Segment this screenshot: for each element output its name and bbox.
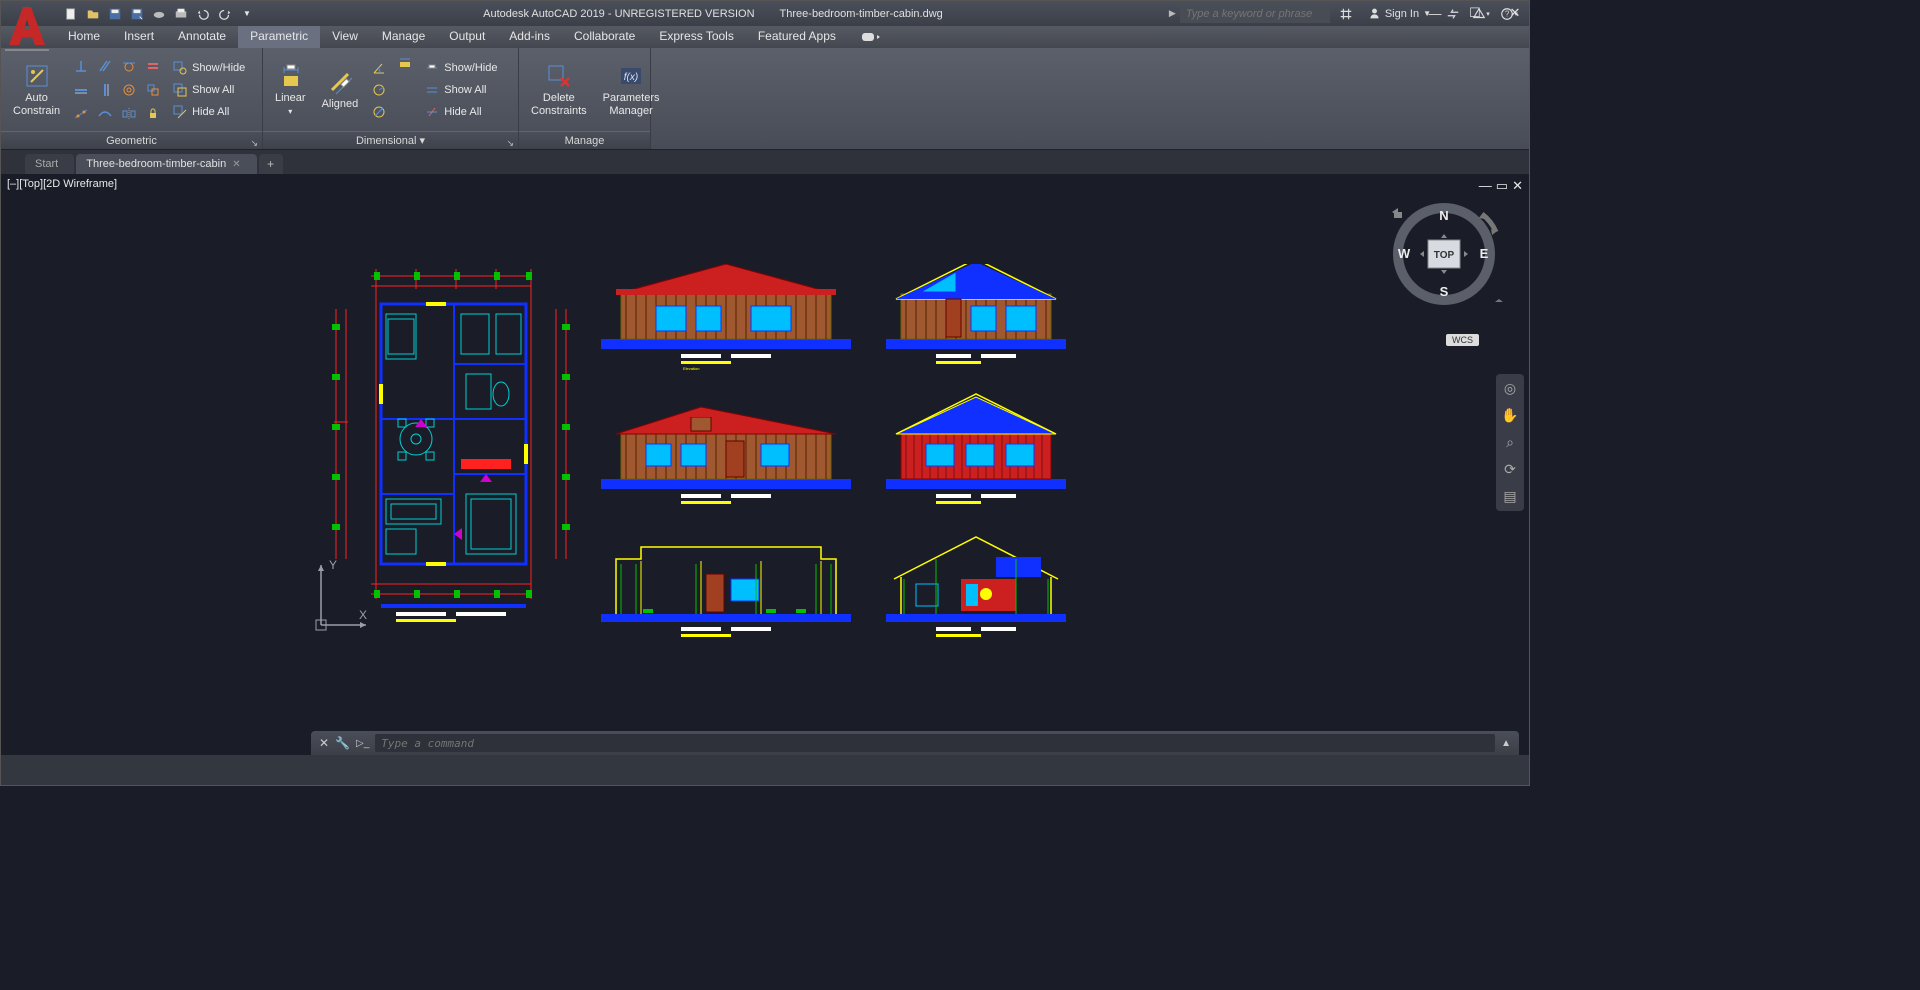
gc-tangent-icon[interactable] [118,55,140,77]
ribbon: Auto Constrain Show/Hi [1,48,1529,150]
file-tabs: Start Three-bedroom-timber-cabin✕ + [1,150,1529,174]
close-tab-icon[interactable]: ✕ [232,159,240,170]
file-title: Three-bedroom-timber-cabin.dwg [780,8,943,20]
qat-plot-icon[interactable] [171,4,191,24]
command-line: ✕ 🔧 ▷_ ▲ [311,731,1519,755]
wcs-label[interactable]: WCS [1446,334,1479,346]
qat-save-icon[interactable] [105,4,125,24]
viewport-label[interactable]: [–][Top][2D Wireframe] [7,178,117,190]
quick-access-toolbar: ▼ [51,4,257,24]
menu-tab-output[interactable]: Output [437,26,497,48]
gc-collinear-icon[interactable] [70,103,92,125]
sign-in-label: Sign In [1385,8,1419,20]
file-tab-start[interactable]: Start [25,154,74,174]
qat-dropdown-icon[interactable]: ▼ [237,4,257,24]
auto-constrain-button[interactable]: Auto Constrain [7,60,66,120]
qat-cloud-icon[interactable] [149,4,169,24]
dim-hideall-button[interactable]: Hide All [420,101,501,123]
qat-saveas-icon[interactable] [127,4,147,24]
dim-diameter-icon[interactable] [368,101,390,123]
menu-tab-home[interactable]: Home [56,26,112,48]
gc-showhide-button[interactable]: Show/Hide [168,57,249,79]
menu-tab-manage[interactable]: Manage [370,26,437,48]
gc-horizontal-icon[interactable] [70,79,92,101]
svg-text:Elevation: Elevation [683,366,699,371]
user-icon [1368,7,1381,20]
viewport-maximize-icon[interactable]: ▭ [1496,178,1508,194]
cmd-expand-icon[interactable]: ▲ [1501,738,1511,749]
gc-perpendicular-icon[interactable] [70,55,92,77]
window-close-button[interactable]: ✕ [1505,3,1525,23]
viewcube-top: TOP [1434,250,1455,261]
gc-equal-icon[interactable] [142,55,164,77]
qat-undo-icon[interactable] [193,4,213,24]
qat-redo-icon[interactable] [215,4,235,24]
keyword-search-input[interactable] [1180,5,1330,23]
menu-tab-collaborate[interactable]: Collaborate [562,26,647,48]
menu-tab-annotate[interactable]: Annotate [166,26,238,48]
viewcube-w: W [1398,246,1411,261]
dim-linear-button[interactable]: Linear ▾ [269,60,312,120]
panel-title-dimensional[interactable]: Dimensional ▾↘ [263,131,518,149]
gc-concentric-icon[interactable] [118,79,140,101]
viewport-minimize-icon[interactable]: — [1479,178,1492,194]
gc-fix-icon[interactable] [142,103,164,125]
menu-tab-view[interactable]: View [320,26,370,48]
window-minimize-button[interactable]: ― [1425,3,1445,23]
nav-zoom-icon[interactable]: ⌕ [1506,434,1514,451]
dim-showhide-button[interactable]: Show/Hide [420,57,501,79]
cmd-history-icon[interactable]: ▷_ [356,738,369,749]
drawing-content[interactable]: Elevation [316,264,1066,714]
nav-orbit-icon[interactable]: ⟳ [1504,461,1516,478]
qat-open-icon[interactable] [83,4,103,24]
file-tab-current[interactable]: Three-bedroom-timber-cabin✕ [76,154,256,174]
panel-title-geometric[interactable]: Geometric↘ [1,131,262,149]
svg-text:f(x): f(x) [624,72,638,83]
viewport-close-icon[interactable]: ✕ [1512,178,1523,194]
gc-smooth-icon[interactable] [94,103,116,125]
gc-parallel-icon[interactable] [94,55,116,77]
nav-pan-icon[interactable]: ✋ [1501,407,1518,424]
viewcube-n: N [1439,208,1448,223]
menu-tabs: Home Insert Annotate Parametric View Man… [1,26,1529,48]
menu-tab-insert[interactable]: Insert [112,26,166,48]
dim-convert-icon[interactable] [394,52,416,74]
gc-coincident-icon[interactable] [142,79,164,101]
nav-wheel-icon[interactable]: ◎ [1504,380,1516,397]
dim-angular-icon[interactable] [368,57,390,79]
menu-tab-more-icon[interactable] [848,26,892,48]
gc-symmetric-icon[interactable] [118,103,140,125]
menu-tab-featured[interactable]: Featured Apps [746,26,848,48]
panel-title-manage: Manage [519,131,650,149]
title-bar: ▼ Autodesk AutoCAD 2019 - UNREGISTERED V… [1,1,1529,26]
cmd-close-icon[interactable]: ✕ [319,736,329,750]
window-maximize-button[interactable]: ☐ [1465,3,1485,23]
viewcube-s: S [1440,284,1449,299]
viewcube-e: E [1480,246,1489,261]
gc-hideall-button[interactable]: Hide All [168,101,249,123]
cmd-customize-icon[interactable]: 🔧 [335,736,350,750]
new-tab-button[interactable]: + [259,154,283,174]
navigation-bar: ◎ ✋ ⌕ ⟳ ▤ [1496,374,1524,511]
qat-new-icon[interactable] [61,4,81,24]
autocad-app-icon[interactable] [1,1,51,51]
menu-tab-express[interactable]: Express Tools [647,26,745,48]
nav-showmotion-icon[interactable]: ▤ [1503,488,1516,505]
dim-aligned-button[interactable]: Aligned [316,66,365,113]
command-input[interactable] [375,734,1495,752]
gc-vertical-icon[interactable] [94,79,116,101]
stay-connected-icon[interactable] [1334,5,1358,23]
menu-tab-parametric[interactable]: Parametric [238,26,320,48]
gc-showall-button[interactable]: Show All [168,79,249,101]
viewcube[interactable]: N S E W TOP [1384,194,1504,314]
dim-radial-icon[interactable] [368,79,390,101]
delete-constraints-button[interactable]: Delete Constraints [525,60,593,120]
app-title: Autodesk AutoCAD 2019 - UNREGISTERED VER… [483,8,754,20]
parameters-manager-button[interactable]: f(x) Parameters Manager [597,60,666,120]
menu-tab-addins[interactable]: Add-ins [497,26,562,48]
drawing-viewport[interactable]: [–][Top][2D Wireframe] — ▭ ✕ N S E W TOP… [1,174,1529,755]
dim-showall-button[interactable]: Show All [420,79,501,101]
